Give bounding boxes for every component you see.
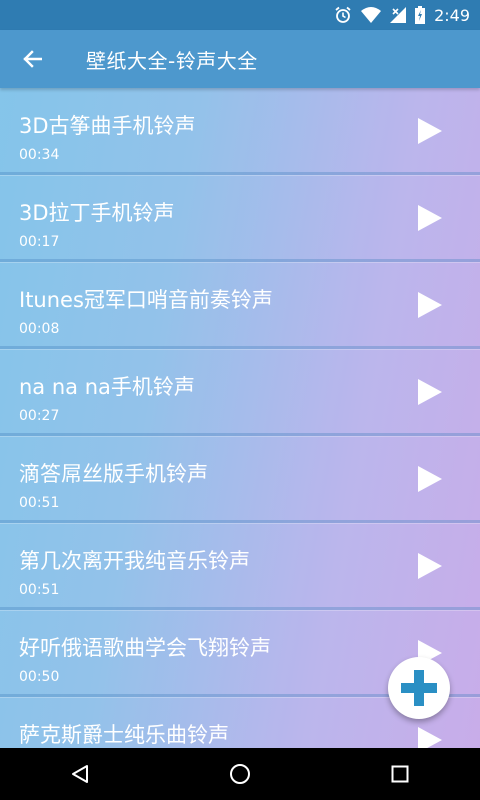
battery-icon — [415, 6, 426, 24]
list-item[interactable]: Itunes冠军口哨音前奏铃声 00:08 — [0, 262, 480, 349]
ringtone-duration: 00:51 — [19, 495, 60, 511]
ringtone-title: 第几次离开我纯音乐铃声 — [19, 549, 250, 573]
status-bar: 2:49 — [0, 0, 480, 30]
ringtone-list[interactable]: 3D古筝曲手机铃声 00:34 3D拉丁手机铃声 00:17 Itunes冠军口… — [0, 88, 480, 748]
ringtone-title: 3D拉丁手机铃声 — [19, 201, 175, 225]
screen: 2:49 壁纸大全-铃声大全 3D古筝曲手机铃声 00:34 3D拉丁手机铃声 … — [0, 0, 480, 800]
ringtone-title: na na na手机铃声 — [19, 375, 195, 399]
ringtone-title: 好听俄语歌曲学会飞翔铃声 — [19, 636, 271, 660]
add-button[interactable] — [388, 657, 450, 719]
play-icon[interactable] — [418, 466, 442, 492]
list-item[interactable]: 滴答屌丝版手机铃声 00:51 — [0, 436, 480, 523]
list-item[interactable]: na na na手机铃声 00:27 — [0, 349, 480, 436]
ringtone-title: Itunes冠军口哨音前奏铃声 — [19, 288, 273, 312]
list-item[interactable]: 3D古筝曲手机铃声 00:34 — [0, 88, 480, 175]
page-title: 壁纸大全-铃声大全 — [86, 48, 258, 73]
ringtone-duration: 00:08 — [19, 321, 60, 337]
play-icon[interactable] — [418, 292, 442, 318]
navigation-bar — [0, 748, 480, 800]
play-icon[interactable] — [418, 379, 442, 405]
list-item[interactable]: 3D拉丁手机铃声 00:17 — [0, 175, 480, 262]
wifi-icon — [361, 7, 382, 23]
ringtone-duration: 00:50 — [19, 669, 60, 685]
play-icon[interactable] — [418, 205, 442, 231]
recents-square-icon — [391, 765, 409, 783]
ringtone-title: 萨克斯爵士纯乐曲铃声 — [19, 723, 229, 747]
arrow-left-icon — [23, 50, 42, 68]
ringtone-duration: 00:51 — [19, 582, 60, 598]
status-icons: 2:49 — [334, 0, 470, 30]
list-item[interactable]: 第几次离开我纯音乐铃声 00:51 — [0, 523, 480, 610]
back-button[interactable] — [0, 30, 64, 88]
nav-home-button[interactable] — [200, 748, 280, 800]
app-bar: 壁纸大全-铃声大全 — [0, 30, 480, 88]
play-icon[interactable] — [418, 553, 442, 579]
ringtone-duration: 00:17 — [19, 234, 60, 250]
ringtone-duration: 00:34 — [19, 147, 60, 163]
plus-icon — [401, 670, 437, 706]
nav-recents-button[interactable] — [360, 748, 440, 800]
signal-icon — [390, 7, 407, 23]
ringtone-duration: 00:27 — [19, 408, 60, 424]
play-icon[interactable] — [418, 118, 442, 144]
nav-back-button[interactable] — [40, 748, 120, 800]
play-icon[interactable] — [418, 727, 442, 748]
ringtone-title: 滴答屌丝版手机铃声 — [19, 462, 208, 486]
back-triangle-icon — [72, 765, 88, 783]
home-circle-icon — [230, 764, 250, 784]
ringtone-title: 3D古筝曲手机铃声 — [19, 114, 196, 138]
status-time: 2:49 — [434, 5, 470, 25]
alarm-icon — [335, 6, 351, 23]
